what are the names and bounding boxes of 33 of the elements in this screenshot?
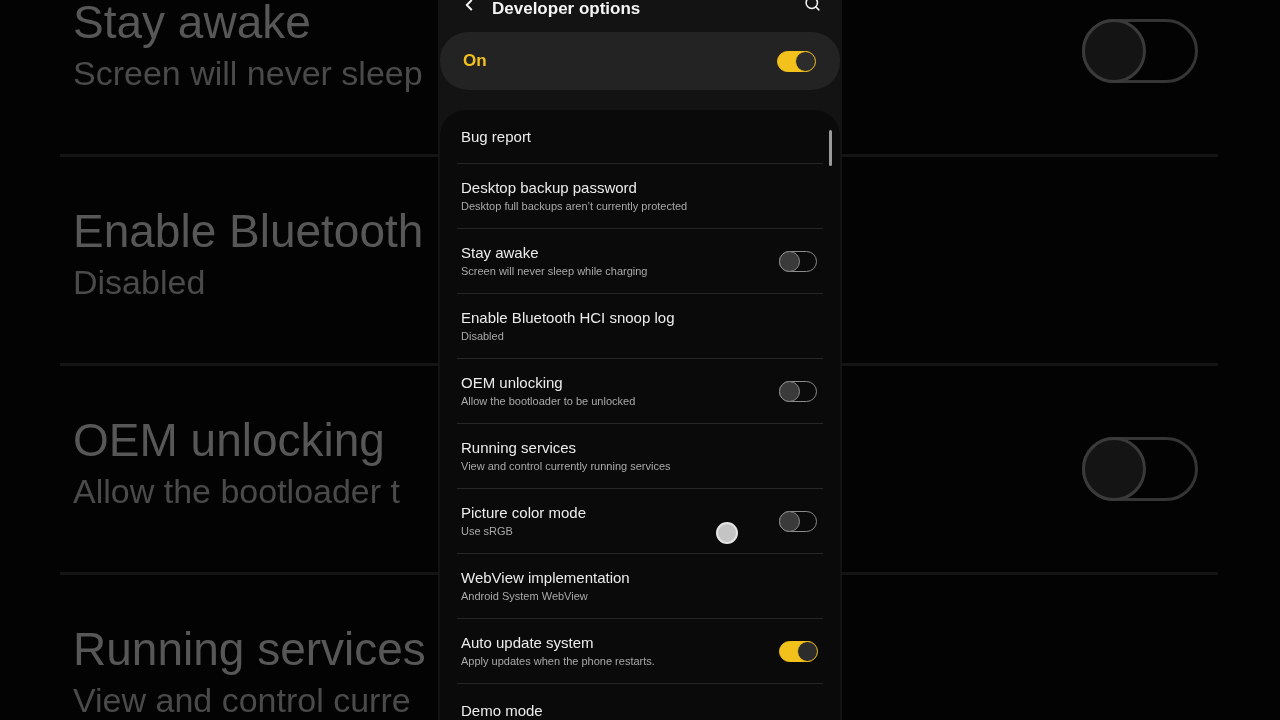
backdrop-setting-title: Enable Bluetooth [73, 204, 424, 258]
backdrop-setting-summary: Disabled [73, 264, 206, 300]
setting-title[interactable]: WebView implementation [461, 568, 630, 587]
toggle-switch[interactable] [777, 50, 815, 72]
setting-title[interactable]: Stay awake [461, 243, 539, 262]
backdrop-setting-summary: View and control curre [73, 682, 411, 718]
touch-indicator-icon [716, 522, 738, 544]
setting-title[interactable]: Auto update system [461, 633, 594, 652]
setting-summary: Use sRGB [461, 524, 513, 539]
setting-title[interactable]: Demo mode [461, 701, 543, 720]
setting-title[interactable]: Desktop backup password [461, 178, 637, 197]
setting-title[interactable]: OEM unlocking [461, 373, 563, 392]
setting-summary: Allow the bootloader to be unlocked [461, 394, 636, 409]
setting-title[interactable]: Bug report [461, 127, 532, 146]
setting-summary: View and control currently running services [461, 459, 671, 474]
setting-summary: Desktop full backups aren’t currently protected [461, 199, 688, 214]
setting-summary: Disabled [461, 329, 504, 344]
scrollbar-thumb [829, 130, 832, 166]
backdrop-setting-title: Stay awake [73, 0, 311, 49]
setting-title[interactable]: Running services [461, 438, 577, 457]
backdrop-setting-summary: Allow the bootloader t [73, 473, 400, 509]
backdrop-setting-title: OEM unlocking [73, 413, 385, 467]
screen-title: Developer options [492, 0, 641, 18]
setting-summary: Android System WebView [461, 589, 588, 604]
backdrop-setting-summary: Screen will never sleep [73, 55, 423, 91]
setting-summary: Screen will never sleep while charging [461, 264, 648, 279]
backdrop-setting-title: Running services [73, 622, 426, 676]
setting-title[interactable]: Enable Bluetooth HCI snoop log [461, 308, 675, 327]
setting-summary: Apply updates when the phone restarts. [461, 654, 655, 669]
search-icon[interactable] [804, 0, 821, 12]
setting-title[interactable]: Picture color mode [461, 503, 587, 522]
toggle-switch[interactable] [779, 640, 817, 662]
master-switch-label: On [463, 51, 487, 71]
